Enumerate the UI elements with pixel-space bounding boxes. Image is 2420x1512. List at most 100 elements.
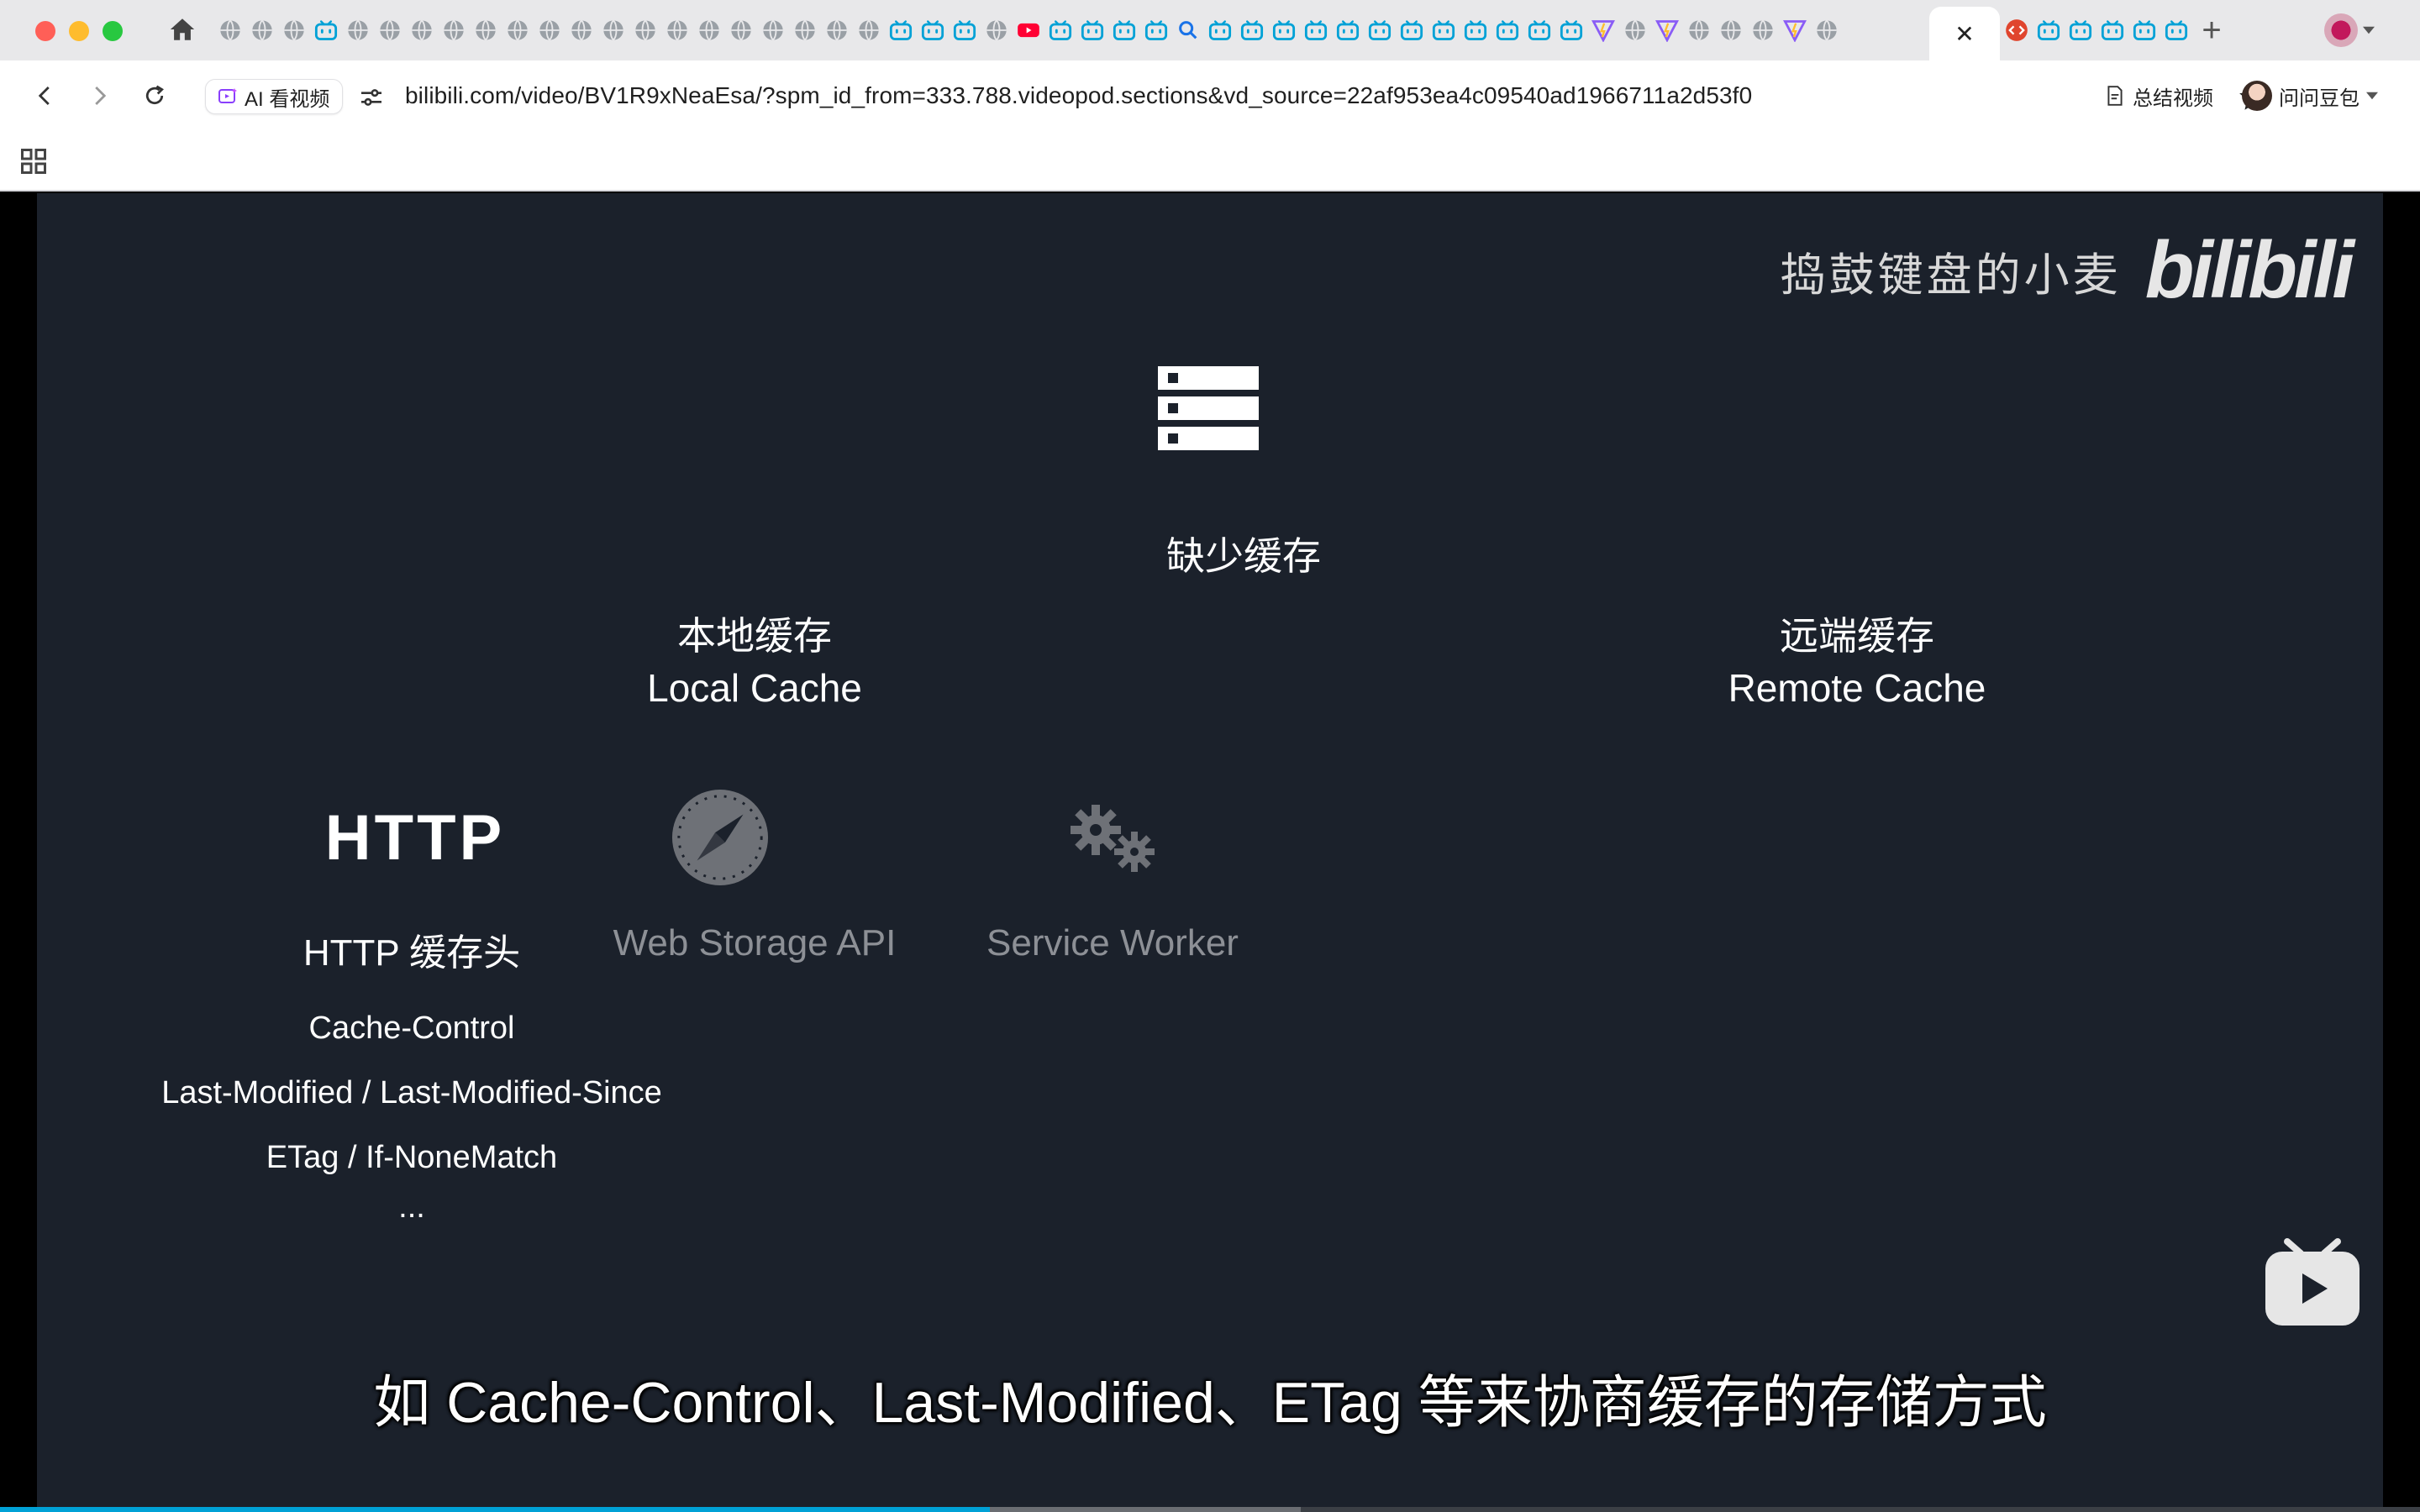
tab-vite-icon[interactable] <box>1590 17 1617 44</box>
tab-bar: ✕ + <box>0 0 2420 60</box>
site-settings-icon[interactable] <box>358 84 385 111</box>
tab-globe-icon[interactable] <box>345 17 371 44</box>
tab-globe-icon[interactable] <box>632 17 659 44</box>
video-progress-bar[interactable] <box>0 1507 2420 1512</box>
tab-bili-icon[interactable] <box>1047 17 1074 44</box>
tab-bili-icon[interactable] <box>2067 17 2094 44</box>
reload-icon <box>145 85 164 105</box>
home-icon[interactable] <box>168 15 200 45</box>
ask-doubao-button[interactable]: 问问豆包 <box>2242 77 2378 114</box>
back-button[interactable] <box>29 79 62 113</box>
http-logo: HTTP <box>324 802 506 874</box>
address-bar[interactable]: AI 看视频 bilibili.com/video/BV1R9xNeaEsa/?… <box>198 72 2268 121</box>
progress-played <box>0 1507 990 1512</box>
tab-globe-icon[interactable] <box>249 17 276 44</box>
tab-globe-icon[interactable] <box>728 17 755 44</box>
fullscreen-window-button[interactable] <box>103 21 123 41</box>
tab-globe-icon[interactable] <box>664 17 691 44</box>
forward-button[interactable] <box>82 79 116 113</box>
tab-vite-icon[interactable] <box>1654 17 1681 44</box>
tab-bili-icon[interactable] <box>1558 17 1585 44</box>
tab-globe-icon[interactable] <box>855 17 882 44</box>
tab-globe-icon[interactable] <box>376 17 403 44</box>
summarize-video-button[interactable]: 总结视频 <box>2104 79 2213 113</box>
ai-video-icon <box>218 88 237 103</box>
tab-bili-icon[interactable] <box>1079 17 1106 44</box>
tab-bili-icon[interactable] <box>1494 17 1521 44</box>
tab-globe-icon[interactable] <box>1813 17 1840 44</box>
gears-icon <box>1071 805 1155 872</box>
browser-toolbar: AI 看视频 bilibili.com/video/BV1R9xNeaEsa/?… <box>0 60 2420 133</box>
tab-bili-icon[interactable] <box>1398 17 1425 44</box>
tab-globe-icon[interactable] <box>1718 17 1744 44</box>
tab-bili-icon[interactable] <box>1302 17 1329 44</box>
tab-globe-icon[interactable] <box>408 17 435 44</box>
profile-button[interactable] <box>2324 13 2385 47</box>
tab-globe-icon[interactable] <box>217 17 244 44</box>
tab-strip-after <box>2003 17 2190 44</box>
profile-avatar <box>2324 13 2358 47</box>
tab-globe-icon[interactable] <box>1749 17 1776 44</box>
tab-bili-icon[interactable] <box>951 17 978 44</box>
ai-chip-label: AI 看视频 <box>245 87 330 111</box>
tab-globe-icon[interactable] <box>1622 17 1649 44</box>
tab-globe-icon[interactable] <box>472 17 499 44</box>
tab-bili-icon[interactable] <box>2163 17 2190 44</box>
tab-bili-icon[interactable] <box>1143 17 1170 44</box>
tab-bili-icon[interactable] <box>1334 17 1361 44</box>
video-player[interactable]: 捣鼓键盘的小麦 bilibili 缺少缓存 本地缓存 Local Cache 远… <box>0 193 2420 1512</box>
url-text[interactable]: bilibili.com/video/BV1R9xNeaEsa/?spm_id_… <box>405 82 1752 109</box>
watermark-author: 捣鼓键盘的小麦 <box>1780 249 2122 301</box>
http-header-list: Cache-Control Last-Modified / Last-Modif… <box>54 996 770 1224</box>
tab-youtube-icon[interactable] <box>1015 17 1042 44</box>
reload-button[interactable] <box>138 79 171 113</box>
tab-close-icon[interactable]: ✕ <box>1954 20 1974 48</box>
tab-bili-icon[interactable] <box>919 17 946 44</box>
bilibili-tv-play-icon[interactable] <box>2264 1235 2361 1327</box>
tab-vite-icon[interactable] <box>1781 17 1808 44</box>
active-tab[interactable]: ✕ <box>1929 7 2000 60</box>
tab-globe-icon[interactable] <box>440 17 467 44</box>
web-storage-api-label: Web Storage API <box>613 922 897 963</box>
list-item: ... <box>398 1189 425 1225</box>
tab-globe-icon[interactable] <box>760 17 786 44</box>
tab-bili-icon[interactable] <box>1526 17 1553 44</box>
tab-globe-icon[interactable] <box>568 17 595 44</box>
tab-strip <box>217 17 1840 44</box>
tab-globe-icon[interactable] <box>600 17 627 44</box>
tab-devtools-icon[interactable] <box>2003 17 2030 44</box>
tab-bili-icon[interactable] <box>2035 17 2062 44</box>
tab-globe-icon[interactable] <box>536 17 563 44</box>
ai-watch-video-button[interactable]: AI 看视频 <box>205 79 343 114</box>
tab-globe-icon[interactable] <box>696 17 723 44</box>
tab-bili-icon[interactable] <box>1239 17 1265 44</box>
tab-bili-icon[interactable] <box>1207 17 1234 44</box>
tab-bili-icon[interactable] <box>1111 17 1138 44</box>
http-cache-headers-label: HTTP 缓存头 <box>302 932 521 974</box>
tab-globe-icon[interactable] <box>281 17 308 44</box>
tab-bili-icon[interactable] <box>1430 17 1457 44</box>
new-tab-button[interactable]: + <box>2195 13 2228 47</box>
tab-bili-icon[interactable] <box>2131 17 2158 44</box>
tab-globe-icon[interactable] <box>983 17 1010 44</box>
document-icon <box>2107 86 2123 106</box>
tab-bili-icon[interactable] <box>1462 17 1489 44</box>
tab-bili-icon[interactable] <box>313 17 339 44</box>
close-window-button[interactable] <box>35 21 55 41</box>
video-watermark: 捣鼓键盘的小麦 bilibili <box>1780 230 2354 311</box>
minimize-window-button[interactable] <box>69 21 89 41</box>
tab-bili-icon[interactable] <box>1366 17 1393 44</box>
tab-bili-icon[interactable] <box>1270 17 1297 44</box>
list-item: Last-Modified / Last-Modified-Since <box>161 1075 662 1110</box>
tab-bili-icon[interactable] <box>887 17 914 44</box>
compass-icon <box>671 789 769 886</box>
tab-globe-icon[interactable] <box>823 17 850 44</box>
list-item: ETag / If-NoneMatch <box>266 1140 558 1175</box>
tab-globe-icon[interactable] <box>1686 17 1712 44</box>
video-canvas[interactable]: 捣鼓键盘的小麦 bilibili 缺少缓存 本地缓存 Local Cache 远… <box>37 193 2383 1512</box>
tab-globe-icon[interactable] <box>792 17 818 44</box>
apps-grid-icon[interactable] <box>18 146 49 176</box>
tab-globe-icon[interactable] <box>504 17 531 44</box>
tab-bili-icon[interactable] <box>2099 17 2126 44</box>
tab-search-icon[interactable] <box>1175 17 1202 44</box>
